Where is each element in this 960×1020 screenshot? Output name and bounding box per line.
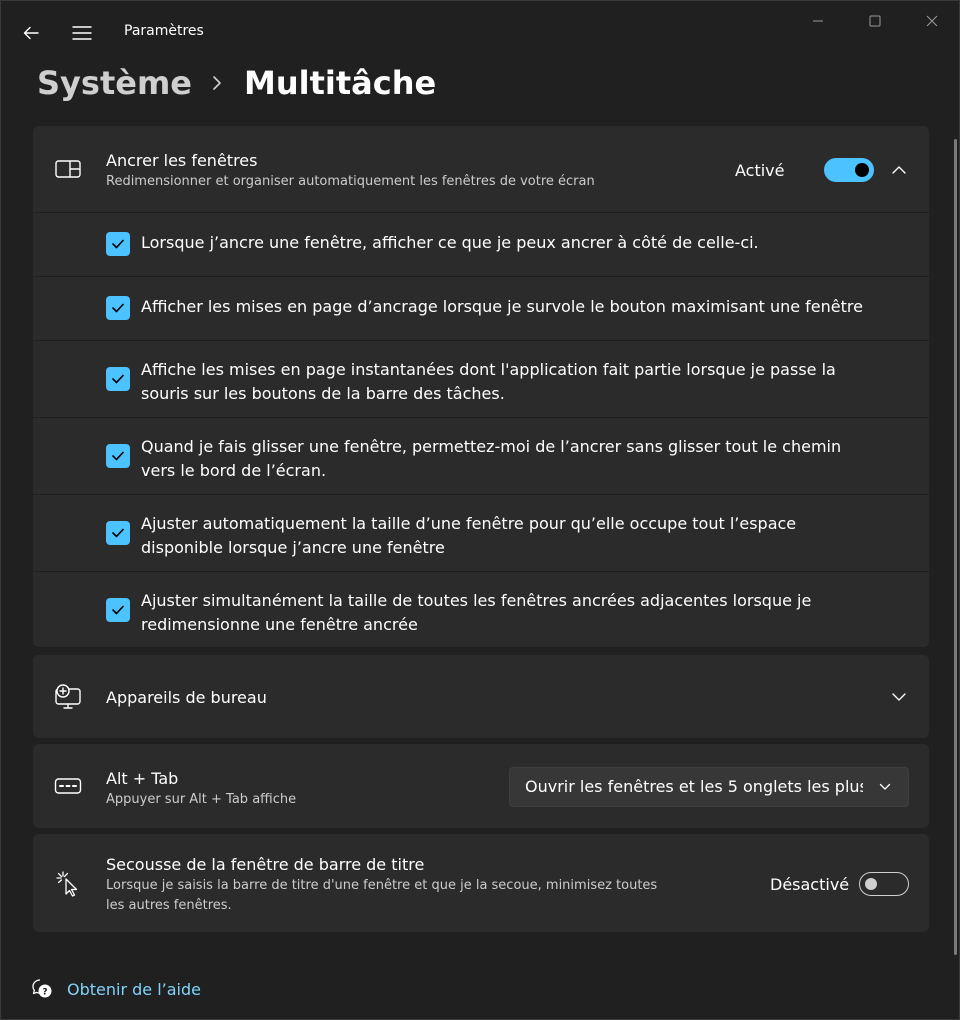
checkbox-checked[interactable] bbox=[106, 444, 130, 468]
snap-option-label: Affiche les mises en page instantanées d… bbox=[141, 360, 836, 403]
checkbox-checked[interactable] bbox=[106, 521, 130, 545]
shake-cursor-icon bbox=[53, 869, 83, 899]
desktops-card[interactable]: Appareils de bureau bbox=[33, 655, 929, 738]
snap-option-label: Ajuster simultanément la taille de toute… bbox=[141, 591, 812, 634]
desktops-title: Appareils de bureau bbox=[106, 688, 267, 707]
checkmark-icon bbox=[112, 605, 124, 615]
checkbox-checked[interactable] bbox=[106, 296, 130, 320]
alttab-dropdown[interactable]: Ouvrir les fenêtres et les 5 onglets les… bbox=[509, 767, 909, 807]
snap-windows-card: Ancrer les fenêtres Redimensionner et or… bbox=[33, 126, 929, 647]
hamburger-menu-icon bbox=[72, 26, 92, 40]
shake-card: Secousse de la fenêtre de barre de titre… bbox=[33, 834, 929, 932]
app-title: Paramètres bbox=[124, 23, 204, 39]
maximize-icon bbox=[869, 15, 880, 27]
page-title: Multitâche bbox=[244, 64, 437, 102]
snap-windows-header[interactable]: Ancrer les fenêtres Redimensionner et or… bbox=[33, 126, 929, 212]
checkmark-icon bbox=[112, 303, 124, 313]
shake-toggle[interactable] bbox=[859, 872, 909, 896]
snap-windows-title: Ancrer les fenêtres bbox=[106, 151, 258, 170]
help-link[interactable]: ? Obtenir de l’aide bbox=[31, 975, 201, 1003]
alttab-subtitle: Appuyer sur Alt + Tab affiche bbox=[106, 792, 297, 807]
checkmark-icon bbox=[112, 374, 124, 384]
snap-windows-toggle[interactable] bbox=[824, 158, 874, 182]
breadcrumb: Système Multitâche bbox=[37, 59, 436, 107]
snap-option-row[interactable]: Affiche les mises en page instantanées d… bbox=[33, 340, 929, 417]
shake-subtitle-line1: Lorsque je saisis la barre de titre d'un… bbox=[106, 878, 658, 893]
menu-button[interactable] bbox=[64, 15, 100, 51]
maximize-button[interactable] bbox=[846, 1, 903, 41]
back-button[interactable] bbox=[13, 15, 49, 51]
toggle-knob bbox=[855, 163, 869, 177]
checkbox-checked[interactable] bbox=[106, 367, 130, 391]
minimize-button[interactable] bbox=[789, 1, 846, 41]
shake-title: Secousse de la fenêtre de barre de titre bbox=[106, 855, 425, 874]
svg-text:?: ? bbox=[42, 988, 47, 998]
snap-option-label: Lorsque j’ancre une fenêtre, afficher ce… bbox=[141, 233, 759, 252]
checkmark-icon bbox=[112, 451, 124, 461]
checkmark-icon bbox=[112, 528, 124, 538]
snap-windows-icon bbox=[53, 154, 83, 184]
virtual-desktop-icon bbox=[53, 682, 83, 712]
chevron-down-icon bbox=[878, 780, 892, 794]
settings-window: Paramètres Système Multitâche Ancrer les… bbox=[0, 0, 960, 1020]
snap-windows-subtitle: Redimensionner et organiser automatiquem… bbox=[106, 174, 595, 189]
snap-option-label: Ajuster automatiquement la taille d’une … bbox=[141, 514, 797, 557]
chevron-down-icon[interactable] bbox=[884, 682, 914, 712]
title-bar: Paramètres bbox=[1, 1, 959, 63]
help-chat-icon: ? bbox=[32, 979, 52, 998]
alttab-card: Alt + Tab Appuyer sur Alt + Tab affiche … bbox=[33, 744, 929, 828]
snap-option-row[interactable]: Quand je fais glisser une fenêtre, perme… bbox=[33, 417, 929, 494]
shake-state: Désactivé bbox=[770, 875, 850, 894]
breadcrumb-parent[interactable]: Système bbox=[37, 64, 192, 102]
alttab-title: Alt + Tab bbox=[106, 769, 179, 788]
snap-option-row[interactable]: Ajuster automatiquement la taille d’une … bbox=[33, 494, 929, 571]
snap-option-label: Quand je fais glisser une fenêtre, perme… bbox=[141, 437, 842, 480]
toggle-knob bbox=[865, 878, 877, 890]
chevron-up-icon[interactable] bbox=[884, 155, 914, 185]
help-label: Obtenir de l’aide bbox=[67, 979, 201, 999]
close-icon bbox=[926, 15, 937, 27]
checkbox-checked[interactable] bbox=[106, 598, 130, 622]
snap-option-row[interactable]: Ajuster simultanément la taille de toute… bbox=[33, 571, 929, 647]
checkmark-icon bbox=[112, 239, 124, 249]
snap-option-row[interactable]: Afficher les mises en page d’ancrage lor… bbox=[33, 276, 929, 340]
scrollbar[interactable] bbox=[954, 139, 957, 955]
snap-option-row[interactable]: Lorsque j’ancre une fenêtre, afficher ce… bbox=[33, 212, 929, 276]
alttab-dropdown-value: Ouvrir les fenêtres et les 5 onglets les… bbox=[525, 777, 863, 796]
shake-subtitle-line2: les autres fenêtres. bbox=[106, 898, 232, 913]
snap-option-label: Afficher les mises en page d’ancrage lor… bbox=[141, 297, 863, 316]
back-arrow-icon bbox=[23, 26, 39, 40]
close-button[interactable] bbox=[903, 1, 959, 41]
minimize-icon bbox=[812, 20, 823, 22]
keyboard-alttab-icon bbox=[53, 771, 83, 801]
snap-windows-state: Activé bbox=[735, 161, 785, 180]
chevron-right-icon bbox=[212, 75, 222, 91]
checkbox-checked[interactable] bbox=[106, 232, 130, 256]
